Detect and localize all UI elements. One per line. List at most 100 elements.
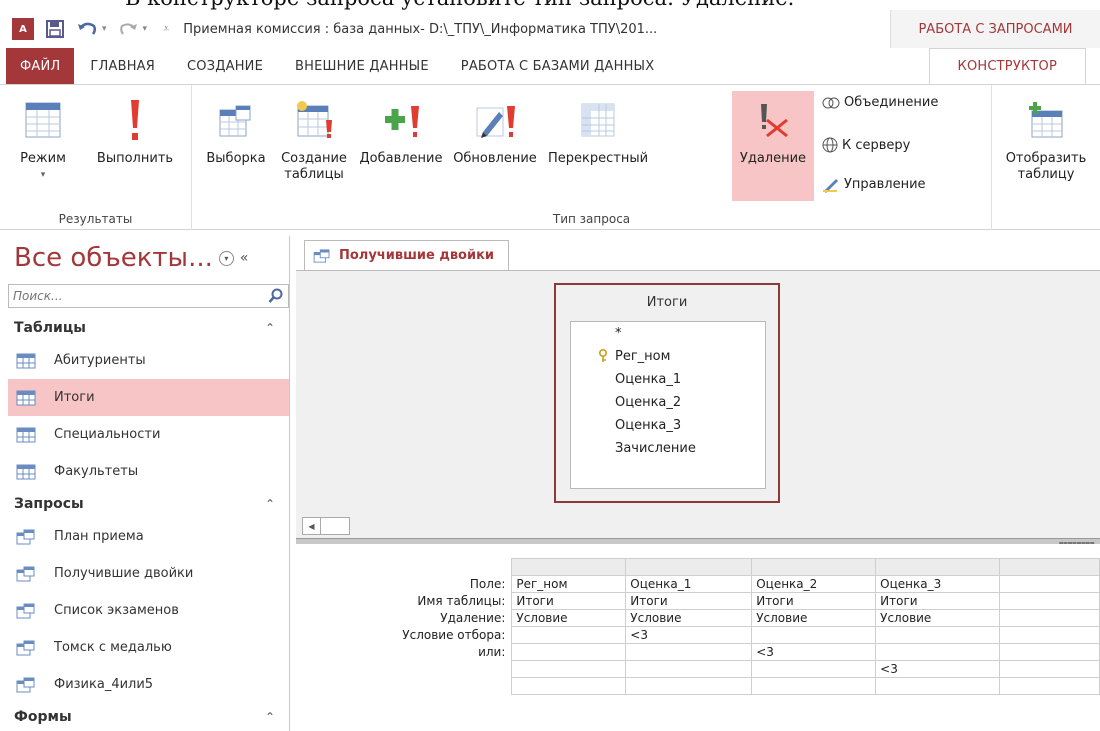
- nav-item-query[interactable]: План приема: [8, 518, 289, 555]
- nav-item-table[interactable]: Итоги: [8, 379, 289, 416]
- customize-qat-icon[interactable]: ⩡: [163, 22, 169, 36]
- undo-icon[interactable]: [76, 20, 98, 38]
- search-icon[interactable]: [268, 288, 284, 304]
- grid-cell[interactable]: Условие: [875, 609, 1001, 627]
- grid-cell[interactable]: <3: [875, 660, 1001, 678]
- run-button[interactable]: Выполнить: [84, 91, 186, 167]
- grid-cell[interactable]: [999, 660, 1100, 678]
- field-item[interactable]: Рег_ном: [571, 345, 765, 368]
- nav-item-query[interactable]: Получившие двойки: [8, 555, 289, 592]
- grid-cell[interactable]: Итоги: [625, 592, 753, 610]
- show-table-icon: [1029, 102, 1063, 138]
- tab-home[interactable]: ГЛАВНАЯ: [74, 48, 171, 84]
- grid-cell[interactable]: [751, 660, 877, 678]
- quick-access-toolbar: ▾ ▾ ⩡: [46, 20, 169, 38]
- nav-item-query[interactable]: Томск с медалью: [8, 629, 289, 666]
- save-icon[interactable]: [46, 20, 64, 38]
- field-list-itogi[interactable]: Итоги * Рег_ном Оценка_1 Оценка_2 Оценка…: [554, 283, 780, 503]
- tab-database-tools[interactable]: РАБОТА С БАЗАМИ ДАННЫХ: [445, 48, 671, 84]
- data-definition-query-button[interactable]: Управление: [822, 175, 926, 193]
- grid-cell[interactable]: [875, 677, 1001, 695]
- nav-item-table[interactable]: Абитуриенты: [8, 342, 289, 379]
- shutter-collapse-icon[interactable]: «: [240, 250, 249, 266]
- collapse-chevron-icon[interactable]: ⌃: [265, 710, 275, 724]
- grid-cell[interactable]: [751, 626, 877, 644]
- grid-cell[interactable]: [511, 660, 627, 678]
- tab-external-data[interactable]: ВНЕШНИЕ ДАННЫЕ: [279, 48, 445, 84]
- redo-dropdown-icon[interactable]: ▾: [143, 24, 148, 34]
- grid-cell[interactable]: [999, 677, 1100, 695]
- column-selector[interactable]: [511, 558, 627, 576]
- grid-cell[interactable]: [511, 643, 627, 661]
- nav-item-label: Факультеты: [54, 464, 139, 479]
- grid-cell[interactable]: [999, 575, 1100, 593]
- field-item[interactable]: Оценка_1: [571, 368, 765, 391]
- delete-query-button[interactable]: Удаление: [732, 91, 814, 201]
- crosstab-query-button[interactable]: Перекрестный: [544, 91, 652, 167]
- grid-cell[interactable]: [625, 660, 753, 678]
- grid-cell[interactable]: Итоги: [875, 592, 1001, 610]
- grid-cell[interactable]: <3: [751, 643, 877, 661]
- field-item[interactable]: *: [571, 322, 765, 345]
- update-query-button[interactable]: Обновление: [446, 91, 544, 167]
- nav-search-input[interactable]: [13, 289, 253, 303]
- append-query-button[interactable]: Добавление: [356, 91, 446, 167]
- section-queries[interactable]: Запросы ⌃: [8, 490, 289, 518]
- grid-cell[interactable]: [999, 643, 1100, 661]
- grid-cell[interactable]: [625, 677, 753, 695]
- grid-cell[interactable]: [999, 592, 1100, 610]
- collapse-chevron-icon[interactable]: ⌃: [265, 497, 275, 511]
- grid-cell[interactable]: [875, 626, 1001, 644]
- grid-cell[interactable]: [511, 677, 627, 695]
- nav-item-query[interactable]: Физика_4или5: [8, 666, 289, 703]
- grid-cell[interactable]: Итоги: [511, 592, 627, 610]
- grid-cell[interactable]: [625, 643, 753, 661]
- tab-create[interactable]: СОЗДАНИЕ: [171, 48, 279, 84]
- horizontal-scrollbar[interactable]: ◀: [302, 517, 350, 535]
- view-button[interactable]: Режим ▾: [4, 91, 82, 183]
- nav-menu-icon[interactable]: ▾: [218, 250, 234, 266]
- data-definition-icon: [823, 179, 838, 193]
- column-selector[interactable]: [751, 558, 877, 576]
- redo-icon[interactable]: [119, 20, 139, 38]
- grid-cell[interactable]: [511, 626, 627, 644]
- nav-title[interactable]: Все объекты...: [14, 243, 213, 273]
- field-item[interactable]: Оценка_2: [571, 391, 765, 414]
- show-table-button[interactable]: Отобразить таблицу: [996, 91, 1096, 183]
- grid-cell[interactable]: <3: [625, 626, 753, 644]
- grid-cell[interactable]: Итоги: [751, 592, 877, 610]
- nav-item-table[interactable]: Факультеты: [8, 453, 289, 490]
- grid-cell[interactable]: [751, 677, 877, 695]
- grid-cell[interactable]: [999, 609, 1100, 627]
- access-app-icon[interactable]: A: [12, 18, 34, 40]
- field-item[interactable]: Зачисление: [571, 437, 765, 460]
- section-forms[interactable]: Формы ⌃: [8, 703, 289, 731]
- grid-cell[interactable]: Условие: [625, 609, 753, 627]
- query-tools-context-tab: РАБОТА С ЗАПРОСАМИ: [890, 10, 1100, 48]
- grid-cell[interactable]: [875, 643, 1001, 661]
- column-selector[interactable]: [999, 558, 1100, 576]
- grid-cell[interactable]: Условие: [751, 609, 877, 627]
- select-query-button[interactable]: Выборка: [200, 91, 272, 167]
- column-selector[interactable]: [625, 558, 753, 576]
- grid-cell[interactable]: Условие: [511, 609, 627, 627]
- nav-item-query[interactable]: Список экзаменов: [8, 592, 289, 629]
- grid-cell[interactable]: Оценка_3: [875, 575, 1001, 593]
- section-tables[interactable]: Таблицы ⌃: [8, 314, 289, 342]
- collapse-chevron-icon[interactable]: ⌃: [265, 321, 275, 335]
- grid-cell[interactable]: Рег_ном: [511, 575, 627, 593]
- tab-file[interactable]: ФАЙЛ: [6, 48, 75, 84]
- nav-item-table[interactable]: Специальности: [8, 416, 289, 453]
- pass-through-query-button[interactable]: К серверу: [822, 137, 910, 153]
- scroll-left-icon[interactable]: ◀: [303, 518, 321, 534]
- field-item[interactable]: Оценка_3: [571, 414, 765, 437]
- grid-cell[interactable]: Оценка_2: [751, 575, 877, 593]
- grid-cell[interactable]: Оценка_1: [625, 575, 753, 593]
- grid-cell[interactable]: [999, 626, 1100, 644]
- document-tab[interactable]: Получившие двойки: [304, 240, 510, 270]
- make-table-query-button[interactable]: Создание таблицы: [272, 91, 356, 183]
- tab-design[interactable]: КОНСТРУКТОР: [928, 48, 1086, 84]
- union-query-button[interactable]: Объединение: [822, 95, 938, 110]
- column-selector[interactable]: [875, 558, 1001, 576]
- undo-dropdown-icon[interactable]: ▾: [102, 24, 107, 34]
